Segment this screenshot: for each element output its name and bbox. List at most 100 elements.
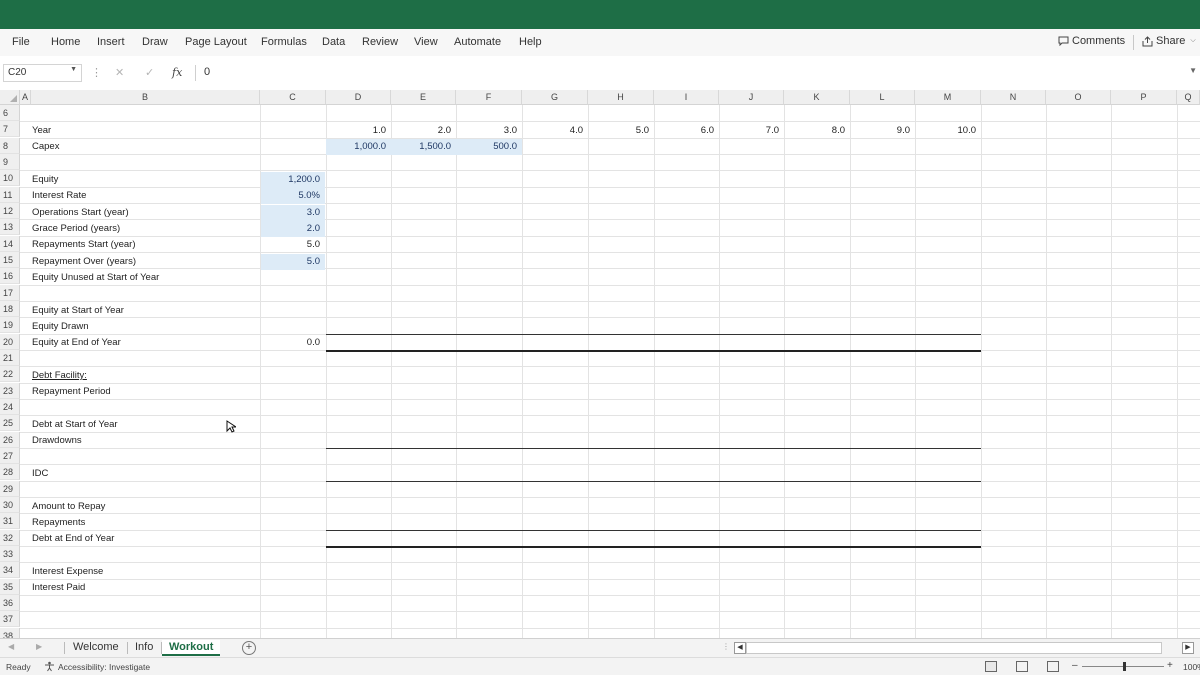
column-header-j[interactable]: J bbox=[719, 90, 784, 105]
label-interest-rate[interactable]: Interest Rate bbox=[32, 188, 86, 204]
year-cell[interactable]: 4.0 bbox=[522, 123, 588, 139]
menu-insert[interactable]: Insert bbox=[97, 36, 125, 48]
label-repayments-start[interactable]: Repayments Start (year) bbox=[32, 237, 135, 253]
enter-icon[interactable]: ✓ bbox=[145, 66, 154, 79]
name-box[interactable]: C20 ▼ bbox=[3, 64, 82, 82]
row-header-13[interactable]: 13 bbox=[0, 219, 20, 236]
label-amount-to-repay[interactable]: Amount to Repay bbox=[32, 499, 105, 515]
cell-c20[interactable]: 0.0 bbox=[261, 335, 325, 351]
page-break-view-icon[interactable] bbox=[1047, 661, 1059, 672]
tab-prev-icon[interactable]: ◀ bbox=[8, 642, 14, 651]
column-header-i[interactable]: I bbox=[654, 90, 719, 105]
input-interest-rate[interactable]: 5.0% bbox=[261, 188, 325, 204]
cancel-icon[interactable]: ✕ bbox=[115, 66, 124, 79]
row-header-37[interactable]: 37 bbox=[0, 611, 20, 628]
column-header-a[interactable]: A bbox=[20, 90, 31, 105]
zoom-out-icon[interactable]: – bbox=[1072, 660, 1078, 671]
row-header-35[interactable]: 35 bbox=[0, 578, 20, 595]
menu-data[interactable]: Data bbox=[322, 36, 345, 48]
menu-help[interactable]: Help bbox=[519, 36, 542, 48]
row-header-20[interactable]: 20 bbox=[0, 333, 20, 350]
accessibility-status[interactable]: Accessibility: Investigate bbox=[58, 662, 150, 672]
sheet-tab-welcome[interactable]: Welcome bbox=[66, 640, 126, 656]
row-header-18[interactable]: 18 bbox=[0, 300, 20, 317]
row-header-29[interactable]: 29 bbox=[0, 480, 20, 497]
page-layout-view-icon[interactable] bbox=[1016, 661, 1028, 672]
column-header-g[interactable]: G bbox=[522, 90, 588, 105]
row-header-33[interactable]: 33 bbox=[0, 545, 20, 562]
chevron-down-icon[interactable]: ▼ bbox=[1189, 66, 1197, 75]
horizontal-scrollbar[interactable] bbox=[746, 642, 1162, 654]
label-interest-expense[interactable]: Interest Expense bbox=[32, 564, 103, 580]
row-header-14[interactable]: 14 bbox=[0, 235, 20, 252]
column-header-o[interactable]: O bbox=[1046, 90, 1111, 105]
year-cell[interactable]: 6.0 bbox=[654, 123, 719, 139]
menu-draw[interactable]: Draw bbox=[142, 36, 168, 48]
label-operations-start[interactable]: Operations Start (year) bbox=[32, 205, 129, 221]
label-repayment-over[interactable]: Repayment Over (years) bbox=[32, 254, 136, 270]
menu-file[interactable]: File bbox=[12, 36, 30, 48]
column-header-c[interactable]: C bbox=[260, 90, 326, 105]
year-cell[interactable]: 10.0 bbox=[915, 123, 981, 139]
label-repayment-period[interactable]: Repayment Period bbox=[32, 384, 111, 400]
row-header-7[interactable]: 7 bbox=[0, 121, 20, 138]
input-operations-start[interactable]: 3.0 bbox=[261, 205, 325, 221]
input-grace-period[interactable]: 2.0 bbox=[261, 221, 325, 237]
column-header-b[interactable]: B bbox=[31, 90, 260, 105]
column-header-h[interactable]: H bbox=[588, 90, 654, 105]
capex-cell[interactable]: 500.0 bbox=[456, 139, 522, 155]
menu-automate[interactable]: Automate bbox=[454, 36, 501, 48]
zoom-in-icon[interactable]: + bbox=[1167, 660, 1173, 671]
row-header-34[interactable]: 34 bbox=[0, 562, 20, 579]
menu-page-layout[interactable]: Page Layout bbox=[185, 36, 247, 48]
column-header-m[interactable]: M bbox=[915, 90, 981, 105]
zoom-slider-thumb[interactable] bbox=[1123, 662, 1126, 671]
label-idc[interactable]: IDC bbox=[32, 466, 48, 482]
value-repayments-start[interactable]: 5.0 bbox=[261, 237, 325, 253]
column-header-l[interactable]: L bbox=[850, 90, 915, 105]
year-cell[interactable]: 5.0 bbox=[588, 123, 654, 139]
label-interest-paid[interactable]: Interest Paid bbox=[32, 580, 85, 596]
year-cell[interactable]: 3.0 bbox=[456, 123, 522, 139]
year-cell[interactable]: 8.0 bbox=[784, 123, 850, 139]
column-header-d[interactable]: D bbox=[326, 90, 391, 105]
year-cell[interactable]: 1.0 bbox=[326, 123, 391, 139]
label-equity-end[interactable]: Equity at End of Year bbox=[32, 335, 121, 351]
label-repayments[interactable]: Repayments bbox=[32, 515, 85, 531]
column-header-p[interactable]: P bbox=[1111, 90, 1177, 105]
column-header-n[interactable]: N bbox=[981, 90, 1046, 105]
row-header-32[interactable]: 32 bbox=[0, 529, 20, 546]
row-header-17[interactable]: 17 bbox=[0, 284, 20, 301]
row-header-8[interactable]: 8 bbox=[0, 137, 20, 154]
normal-view-icon[interactable] bbox=[985, 661, 997, 672]
row-header-11[interactable]: 11 bbox=[0, 186, 20, 203]
row-header-30[interactable]: 30 bbox=[0, 496, 20, 513]
row-header-26[interactable]: 26 bbox=[0, 431, 20, 448]
capex-cell[interactable]: 1,000.0 bbox=[326, 139, 391, 155]
sheet-tab-workout[interactable]: Workout bbox=[162, 640, 221, 656]
tab-next-icon[interactable]: ▶ bbox=[36, 642, 42, 651]
row-header-36[interactable]: 36 bbox=[0, 594, 20, 611]
insert-function-button[interactable]: fx bbox=[172, 66, 182, 79]
menu-home[interactable]: Home bbox=[51, 36, 80, 48]
year-cell[interactable]: 2.0 bbox=[391, 123, 456, 139]
column-header-q[interactable]: Q bbox=[1177, 90, 1200, 105]
select-all-corner[interactable] bbox=[0, 90, 20, 105]
worksheet-grid[interactable]: ABCDEFGHIJKLMNOPQ 6 7 8 9 10 11 12 13 14 15 16 17 18… bbox=[0, 90, 1200, 638]
scroll-right-button[interactable]: ▶ bbox=[1182, 642, 1194, 654]
column-header-f[interactable]: F bbox=[456, 90, 522, 105]
label-debt-end[interactable]: Debt at End of Year bbox=[32, 531, 114, 547]
label-equity-unused[interactable]: Equity Unused at Start of Year bbox=[32, 270, 159, 286]
share-button[interactable]: Share ⌵ bbox=[1142, 35, 1196, 47]
column-header-k[interactable]: K bbox=[784, 90, 850, 105]
label-equity[interactable]: Equity bbox=[32, 172, 58, 188]
formula-input[interactable]: 0 bbox=[204, 66, 210, 78]
year-cell[interactable]: 9.0 bbox=[850, 123, 915, 139]
scroll-left-button[interactable]: ◀ bbox=[734, 642, 746, 654]
row-header-21[interactable]: 21 bbox=[0, 349, 20, 366]
row-header-16[interactable]: 16 bbox=[0, 268, 20, 285]
label-equity-start[interactable]: Equity at Start of Year bbox=[32, 303, 124, 319]
label-debt-facility[interactable]: Debt Facility: bbox=[32, 368, 87, 384]
row-header-12[interactable]: 12 bbox=[0, 202, 20, 219]
menu-formulas[interactable]: Formulas bbox=[261, 36, 307, 48]
